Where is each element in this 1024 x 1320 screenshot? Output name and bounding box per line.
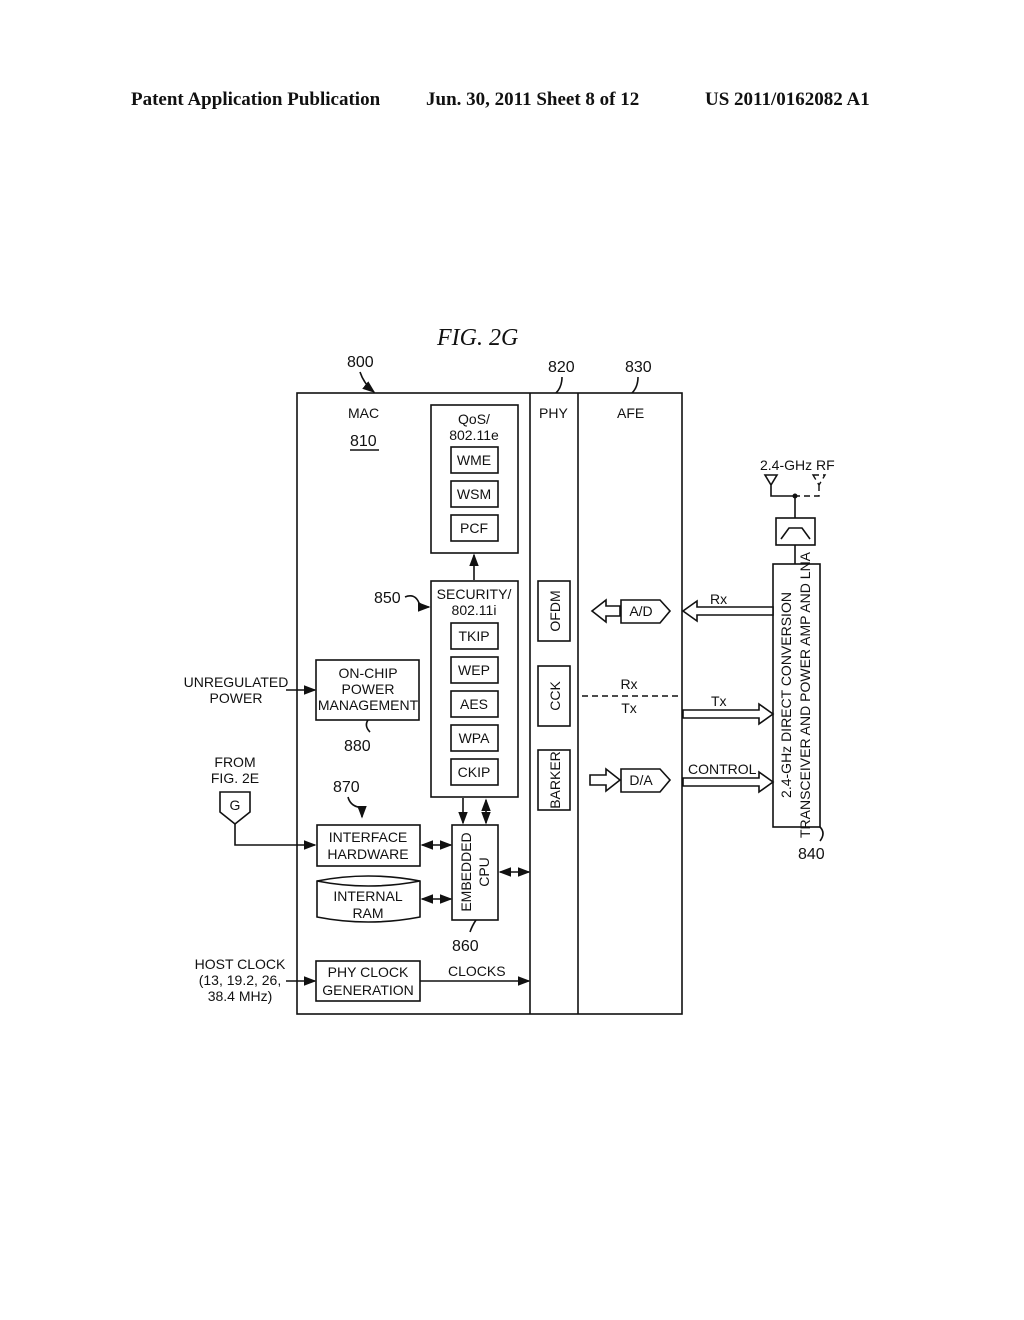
phy-label: PHY [539, 405, 568, 421]
unregulated-label: UNREGULATED [184, 674, 289, 690]
from-label: FROM [214, 754, 255, 770]
connector-letter: G [230, 797, 241, 813]
clock-line2: GENERATION [322, 982, 414, 998]
ref-870: 870 [333, 779, 360, 796]
rx-bus-arrow [681, 599, 774, 623]
phy-block-label: OFDM [547, 590, 563, 631]
antenna-label: 2.4-GHz RF [760, 457, 835, 473]
tx-bus-label: Tx [711, 693, 727, 709]
ref-810: 810 [350, 433, 377, 450]
host-clock-freqs-2: 38.4 MHz) [208, 988, 273, 1004]
qos-item-label: WSM [457, 486, 491, 502]
figure-title: FIG. 2G [436, 325, 518, 351]
ram-line2: RAM [352, 905, 383, 921]
iface-line2: HARDWARE [327, 846, 408, 862]
ref-820: 820 [548, 359, 575, 376]
power-input-label: POWER [210, 690, 263, 706]
transceiver-line1: 2.4-GHz DIRECT CONVERSION [778, 592, 794, 798]
qos-subtitle: 802.11e [449, 427, 499, 443]
transceiver-line2: TRANSCEIVER AND POWER AMP AND LNA [797, 551, 813, 838]
tx-bus-arrow [682, 702, 775, 726]
security-item-label: WEP [458, 662, 490, 678]
qos-item-label: WME [457, 452, 491, 468]
ad-label: A/D [629, 603, 652, 619]
afe-tx-label: Tx [621, 700, 637, 716]
phy-block-label: BARKER [547, 751, 563, 809]
ram-line1: INTERNAL [333, 888, 402, 904]
afe-rx-label: Rx [620, 676, 637, 692]
security-subtitle: 802.11i [452, 602, 497, 618]
ref-830: 830 [625, 359, 652, 376]
host-clock-freqs: (13, 19.2, 26, [199, 972, 282, 988]
leader-820 [555, 376, 563, 394]
cpu-line2: CPU [476, 857, 492, 887]
bandpass-filter [775, 517, 816, 546]
diversity-antenna-icon [795, 474, 827, 497]
phy-block-label: CCK [547, 681, 563, 711]
from-fig-label: FIG. 2E [211, 770, 259, 786]
power-line1: ON-CHIP [338, 665, 397, 681]
leader-830 [631, 376, 639, 394]
control-bus-label: CONTROL [688, 761, 757, 777]
clocks-label: CLOCKS [448, 963, 506, 979]
ref-880: 880 [344, 738, 371, 755]
security-title: SECURITY/ [437, 586, 512, 602]
cpu-line1: EMBEDDED [458, 832, 474, 911]
block-diagram: FIG. 2G 800 820 830 MAC 810 PHY AFE QoS/… [184, 325, 835, 1015]
security-item-label: TKIP [458, 628, 489, 644]
ref-840-label: 840 [798, 846, 825, 863]
antenna-icon [763, 474, 795, 497]
power-line3: MANAGEMENT [318, 697, 419, 713]
mac-label: MAC [348, 405, 379, 421]
afe-label: AFE [617, 405, 644, 421]
power-line2: POWER [342, 681, 395, 697]
rx-bus-label: Rx [710, 591, 727, 607]
leader-800 [359, 371, 376, 393]
iface-line1: INTERFACE [329, 829, 408, 845]
qos-item-label: PCF [460, 520, 488, 536]
qos-title: QoS/ [458, 411, 490, 427]
security-item-label: WPA [459, 730, 491, 746]
ref-800: 800 [347, 354, 374, 371]
security-item-label: CKIP [458, 764, 491, 780]
ref-860: 860 [452, 938, 479, 955]
security-item-label: AES [460, 696, 488, 712]
da-label: D/A [629, 772, 653, 788]
leader-840 [819, 826, 824, 842]
host-clock-label: HOST CLOCK [195, 956, 286, 972]
clock-line1: PHY CLOCK [328, 964, 409, 980]
ref-850: 850 [374, 590, 401, 607]
